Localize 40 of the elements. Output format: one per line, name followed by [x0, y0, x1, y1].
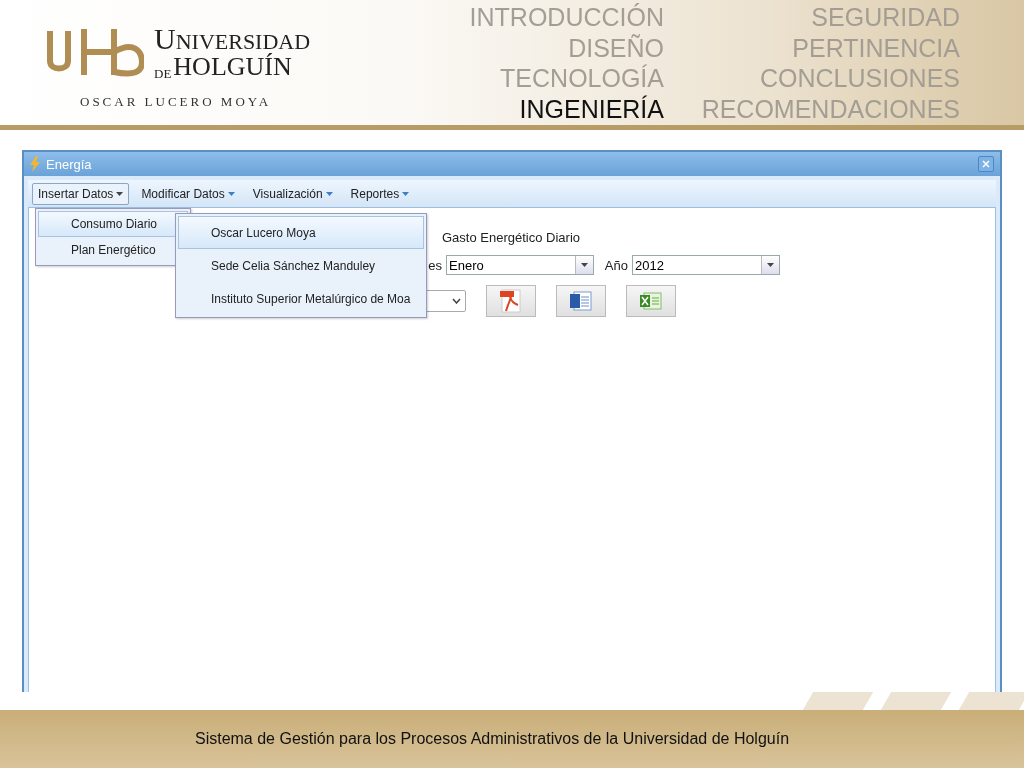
lightning-icon: [30, 156, 40, 172]
menu-button[interactable]: Insertar Datos: [32, 182, 130, 205]
menu-item[interactable]: Instituto Superior Metalúrgico de Moa: [178, 282, 424, 315]
combo-box[interactable]: 2012: [632, 255, 780, 275]
close-icon: [982, 160, 990, 168]
close-button[interactable]: [978, 156, 994, 172]
export-button[interactable]: [556, 285, 606, 317]
export-button[interactable]: [626, 285, 676, 317]
pdf-icon: [500, 289, 522, 313]
caret-icon: [325, 191, 333, 196]
menu-button[interactable]: Modificar Datos: [135, 182, 241, 205]
caret-icon: [767, 263, 774, 267]
menu-button[interactable]: Reportes: [344, 182, 416, 205]
excel-icon: [640, 291, 662, 311]
word-icon: [570, 290, 592, 312]
caret-icon: [116, 191, 124, 196]
university-name: HOLGUÍN: [173, 54, 292, 80]
menu-item[interactable]: Consumo Diario: [38, 211, 188, 237]
university-logo-icon: [44, 27, 144, 77]
export-button[interactable]: [486, 285, 536, 317]
footer-text: Sistema de Gestión para los Procesos Administrativos de la Universidad de Holguín: [194, 730, 790, 748]
decorative-stripe: [958, 692, 1024, 710]
menu-button[interactable]: Visualización: [246, 182, 339, 205]
caret-icon: [581, 263, 588, 267]
window-title: Energía: [46, 156, 92, 172]
combo-box[interactable]: Enero: [446, 255, 594, 275]
form-title: Gasto Energético Diario: [441, 230, 581, 245]
university-name-prefix: DE: [154, 67, 172, 80]
dropdown-button[interactable]: [761, 256, 779, 274]
caret-icon: [227, 191, 235, 196]
field-label: es: [428, 257, 442, 273]
caret-icon: [402, 191, 410, 196]
field-label: Año: [604, 257, 628, 273]
menu-item[interactable]: Sede Celia Sánchez Manduley: [178, 249, 424, 282]
logo-subtitle: OSCAR LUCERO MOYA: [80, 94, 273, 110]
university-name: UNIVERSIDAD: [154, 24, 311, 54]
menu-item[interactable]: Oscar Lucero Moya: [178, 216, 424, 249]
nav-item[interactable]: INGENIERÍA: [519, 93, 664, 124]
dropdown-button[interactable]: [575, 256, 593, 274]
chevron-icon: [452, 298, 461, 304]
